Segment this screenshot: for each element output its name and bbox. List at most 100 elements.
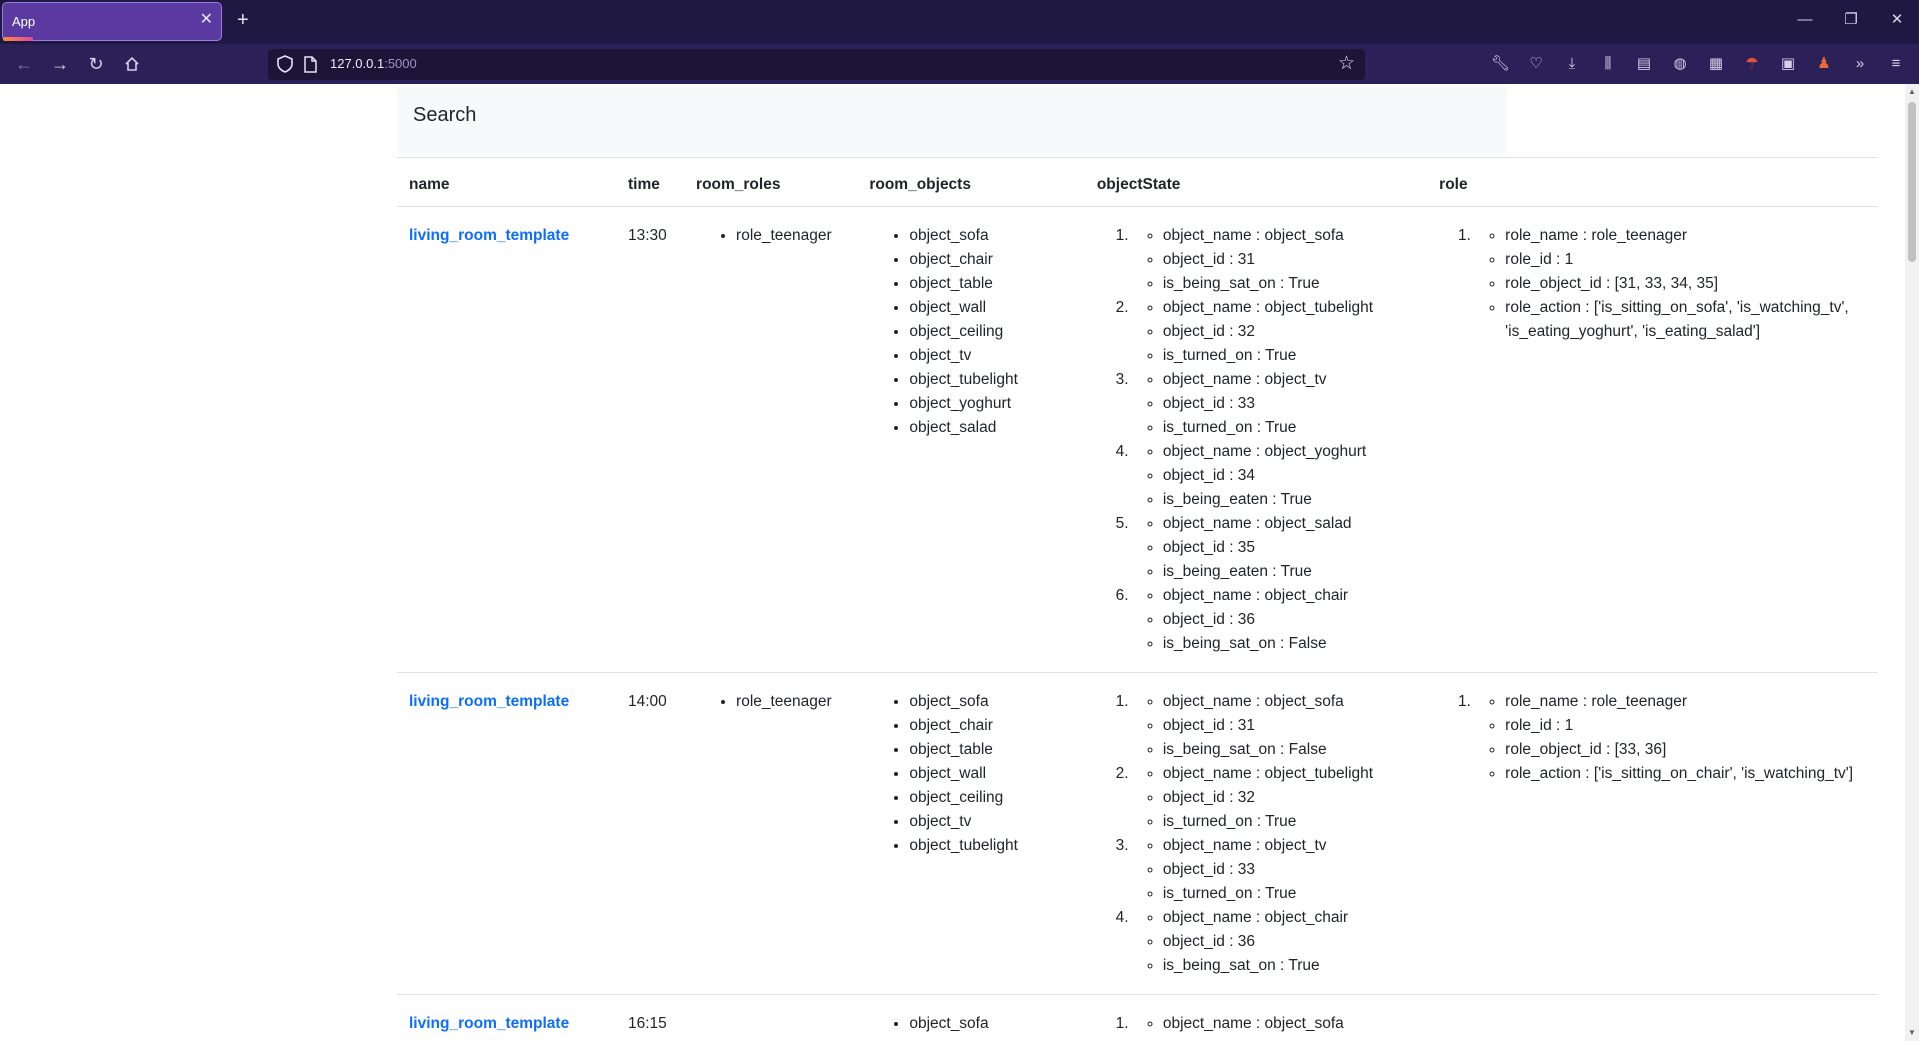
property-item: is_being_sat_on : True: [1163, 954, 1415, 978]
restore-icon[interactable]: ❐: [1836, 10, 1866, 30]
search-box[interactable]: Search: [397, 86, 1507, 154]
forward-icon[interactable]: →: [48, 53, 72, 75]
object-state-entry-props: object_name : object_chairobject_id : 36…: [1137, 906, 1415, 978]
room-role-item: role_teenager: [736, 690, 845, 714]
cell-time: 14:00: [616, 672, 685, 995]
home-icon[interactable]: [120, 53, 144, 75]
cell-name: living_room_template: [397, 672, 616, 995]
scroll-up-icon[interactable]: ▲: [1907, 87, 1917, 97]
property-item: object_name : object_yoghurt: [1163, 440, 1415, 464]
property-item: object_id : 32: [1163, 786, 1415, 810]
property-item: is_being_sat_on : False: [1163, 738, 1415, 762]
shield-icon[interactable]: [276, 54, 294, 74]
property-item: object_id : 31: [1163, 714, 1415, 738]
role-entry: role_name : role_teenagerrole_id : 1role…: [1475, 224, 1866, 344]
object-state-entry: object_name : object_tvobject_id : 33is_…: [1133, 834, 1415, 906]
object-state-entry: object_name : object_tvobject_id : 33is_…: [1133, 368, 1415, 440]
room-roles-list: role_teenager: [696, 224, 845, 248]
cell-time: 13:30: [616, 206, 685, 673]
template-link[interactable]: living_room_template: [409, 1015, 569, 1032]
scroll-down-icon[interactable]: ▼: [1907, 1028, 1917, 1038]
property-item: is_turned_on : True: [1163, 344, 1415, 368]
library-icon[interactable]: ⫼: [1599, 55, 1617, 73]
property-item: role_action : ['is_sitting_on_chair', 'i…: [1505, 762, 1866, 786]
navigation-bar: ← → ↻ 127.0.0.1:5000 ☆ 🔧︎ ♡ ⤓ ⫼ ▤ ◍ ▦ ☂ …: [0, 44, 1919, 84]
cell-role-list: role_name : role_teenagerrole_id : 1role…: [1439, 224, 1866, 344]
object-state-entry: object_name : object_sofa: [1133, 1012, 1415, 1036]
property-item: is_being_sat_on : True: [1163, 272, 1415, 296]
object-state-entry-props: object_name : object_yoghurtobject_id : …: [1137, 440, 1415, 512]
room-object-item: object_chair: [909, 714, 1073, 738]
room-object-item: object_sofa: [909, 1012, 1073, 1036]
table-row: living_room_template14:00role_teenagerob…: [397, 672, 1878, 995]
page-content: Search name time room_roles room_objects…: [0, 84, 1919, 1041]
wrench-icon[interactable]: 🔧︎: [1491, 55, 1510, 73]
window-close-icon[interactable]: ✕: [1882, 10, 1912, 30]
scrollbar-thumb[interactable]: [1908, 102, 1916, 262]
cell-room-objects: object_sofaobject_chairobject_tableobjec…: [857, 206, 1085, 673]
property-item: object_name : object_chair: [1163, 584, 1415, 608]
extension-umbrella-icon[interactable]: ☂: [1743, 55, 1761, 73]
property-item: object_name : object_tv: [1163, 368, 1415, 392]
close-tab-icon[interactable]: ✕: [200, 12, 213, 28]
room-object-item: object_tv: [909, 810, 1073, 834]
extension-globe-icon[interactable]: ◍: [1671, 55, 1689, 73]
room-objects-list: object_sofa: [869, 1012, 1073, 1036]
property-item: object_name : object_sofa: [1163, 1012, 1415, 1036]
vertical-scrollbar[interactable]: ▲ ▼: [1905, 84, 1919, 1041]
sidebar-icon[interactable]: ▤: [1635, 55, 1653, 73]
url-port: :5000: [384, 56, 417, 71]
browser-tab[interactable]: App ✕: [2, 2, 222, 41]
cell-room-roles: [684, 994, 858, 1041]
template-link[interactable]: living_room_template: [409, 227, 569, 244]
object-state-entry: object_name : object_chairobject_id : 36…: [1133, 584, 1415, 656]
room-object-item: object_sofa: [909, 690, 1073, 714]
minimize-icon[interactable]: —: [1790, 10, 1820, 30]
property-item: is_turned_on : True: [1163, 810, 1415, 834]
cell-name: living_room_template: [397, 994, 616, 1041]
hamburger-menu-icon[interactable]: ≡: [1887, 55, 1905, 73]
table-body: living_room_template13:30role_teenagerob…: [397, 206, 1878, 1041]
object-state-entry-props: object_name : object_tvobject_id : 33is_…: [1137, 368, 1415, 440]
object-state-entry-props: object_name : object_sofaobject_id : 31i…: [1137, 690, 1415, 762]
url-text[interactable]: 127.0.0.1:5000: [330, 56, 417, 71]
property-item: role_action : ['is_sitting_on_sofa', 'is…: [1505, 296, 1866, 344]
object-state-entry: object_name : object_sofaobject_id : 31i…: [1133, 690, 1415, 762]
reload-icon[interactable]: ↻: [84, 53, 108, 75]
property-item: is_turned_on : True: [1163, 882, 1415, 906]
object-state-entry: object_name : object_yoghurtobject_id : …: [1133, 440, 1415, 512]
property-item: role_id : 1: [1505, 714, 1866, 738]
template-link[interactable]: living_room_template: [409, 693, 569, 710]
cell-object-state: object_name : object_sofaobject_id : 31i…: [1084, 206, 1428, 673]
url-host: 127.0.0.1: [330, 56, 385, 71]
page-info-icon[interactable]: [302, 55, 318, 74]
extension-person-icon[interactable]: ♟: [1815, 55, 1833, 73]
object-state-entry-props: object_name : object_tvobject_id : 33is_…: [1137, 834, 1415, 906]
property-item: object_id : 36: [1163, 608, 1415, 632]
extension-calendar-icon[interactable]: ▦: [1707, 55, 1725, 73]
overflow-menu-icon[interactable]: »: [1851, 55, 1869, 73]
data-table: name time room_roles room_objects object…: [397, 157, 1878, 1041]
role-entry-props: role_name : role_teenagerrole_id : 1 role…: [1479, 690, 1866, 786]
property-item: object_id : 31: [1163, 248, 1415, 272]
room-object-item: object_sofa: [909, 224, 1073, 248]
room-object-item: object_wall: [909, 296, 1073, 320]
room-object-item: object_wall: [909, 762, 1073, 786]
pocket-icon[interactable]: ♡: [1527, 55, 1545, 73]
new-tab-icon[interactable]: +: [237, 10, 249, 30]
property-item: object_id : 32: [1163, 320, 1415, 344]
role-entry: role_name : role_teenagerrole_id : 1 role…: [1475, 690, 1866, 786]
property-item: role_name : role_teenager: [1505, 690, 1866, 714]
back-icon[interactable]: ←: [12, 53, 36, 75]
url-bar[interactable]: 127.0.0.1:5000 ☆: [268, 49, 1365, 80]
property-item: object_name : object_tubelight: [1163, 762, 1415, 786]
bookmark-star-icon[interactable]: ☆: [1338, 53, 1355, 75]
download-icon[interactable]: ⤓: [1563, 55, 1581, 73]
extension-puzzle-icon[interactable]: ▣: [1779, 55, 1797, 73]
cell-room-roles: role_teenager: [684, 672, 858, 995]
table-row: living_room_template 16:15 object_sofa obje…: [397, 994, 1878, 1041]
property-item: is_turned_on : True: [1163, 416, 1415, 440]
object-state-entry: object_name : object_saladobject_id : 35…: [1133, 512, 1415, 584]
room-object-item: object_tubelight: [909, 368, 1073, 392]
object-state-entry: object_name : object_tubelightobject_id …: [1133, 762, 1415, 834]
